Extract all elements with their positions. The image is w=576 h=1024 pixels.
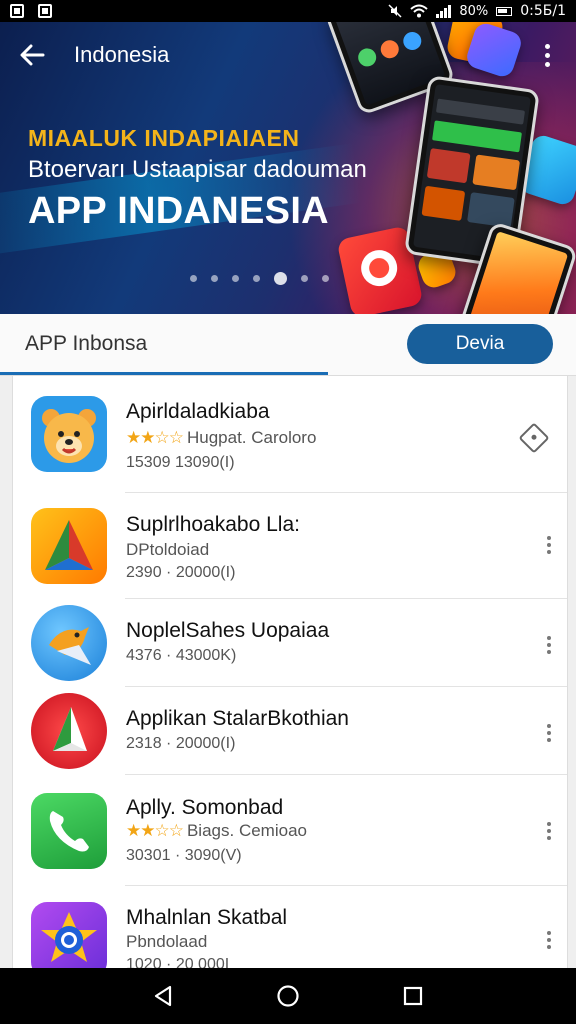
overflow-menu-icon[interactable] [543, 721, 555, 745]
banner-text: MIAALUK INDAPIAIAEN Btoervarı Ustaapisar… [28, 125, 367, 233]
overflow-menu-icon[interactable] [543, 533, 555, 557]
list-item[interactable]: Apirldaladkiaba ★★☆☆ Hugpat. Caroloro 153… [13, 376, 567, 493]
tab-indicator [0, 372, 328, 375]
list-item[interactable]: NoplelSahes Uopaiaa 4376 · 43000K) [13, 599, 567, 687]
red-play-logo-icon [31, 693, 107, 769]
app-developer: Biags. Cemioao [186, 821, 307, 840]
app-meta: 1020 · 20 000I [126, 956, 230, 968]
overflow-menu-icon[interactable] [543, 633, 555, 657]
app-name: Applikan StalarBkothian [126, 707, 349, 730]
app-developer: DPtoldoiad [126, 540, 210, 559]
notification-icon [38, 4, 52, 18]
app-bar: Indonesia [0, 22, 576, 88]
screen: 80% 0:5Б/1 Indonesia MIAALUK INDAPIAIAEN… [0, 0, 576, 1024]
app-name: Aplly. Somonbad [126, 796, 284, 819]
app-rating-line: ★★☆☆ Hugpat. Caroloro [126, 428, 316, 448]
app-meta: 2390 · 20000(I) [126, 564, 236, 581]
star-badge-icon [31, 902, 107, 968]
carousel-dot[interactable] [322, 275, 329, 282]
notification-icon [10, 4, 24, 18]
carousel-dot[interactable] [211, 275, 218, 282]
rating-stars: ★★☆☆ [126, 821, 184, 840]
back-triangle-icon [154, 985, 171, 1007]
battery-icon [496, 6, 513, 16]
app-list: Apirldaladkiaba ★★☆☆ Hugpat. Caroloro 153… [12, 376, 568, 968]
mute-icon [388, 4, 402, 18]
phone-icon [31, 793, 107, 869]
overflow-menu-icon [544, 43, 550, 49]
bear-icon [31, 396, 107, 472]
system-nav-bar [0, 968, 576, 1024]
carousel-dot[interactable] [190, 275, 197, 282]
app-meta: 2318 · 20000(I) [126, 735, 236, 752]
banner-subtitle: Btoervarı Ustaapisar dadouman [28, 156, 367, 183]
bird-logo-icon [31, 605, 107, 681]
carousel-indicator [190, 272, 329, 285]
signal-icon [436, 4, 452, 18]
nav-home-button[interactable] [266, 974, 310, 1018]
app-developer: Pbndolaad [126, 932, 208, 951]
banner-title: APP INDANESIA [28, 190, 329, 232]
overflow-menu-icon[interactable] [543, 819, 555, 843]
status-indicators: 80% 0:5Б/1 [388, 3, 566, 19]
clock: 0:5Б/1 [520, 3, 566, 19]
app-name: Apirldaladkiaba [126, 400, 270, 423]
diamond-icon[interactable] [518, 422, 550, 454]
overflow-menu-button[interactable] [532, 40, 562, 70]
hero-banner[interactable]: Indonesia MIAALUK INDAPIAIAEN Btoervarı … [0, 22, 576, 314]
app-meta: 30301 · 3090(V) [126, 847, 242, 864]
nav-recents-button[interactable] [391, 974, 435, 1018]
app-rating-line: ★★☆☆ Biags. Cemioao [126, 821, 307, 841]
carousel-dot[interactable] [232, 275, 239, 282]
status-bar: 80% 0:5Б/1 [0, 0, 576, 22]
triangle-logo-icon [31, 508, 107, 584]
list-item[interactable]: Suplrlhoakabo Lla: DPtoldoiad 2390 · 200… [13, 493, 567, 599]
tab-app-indonesia[interactable]: APP Inbonsa [25, 332, 147, 356]
carousel-dot[interactable] [253, 275, 260, 282]
list-item[interactable]: Applikan StalarBkothian 2318 · 20000(I) [13, 687, 567, 775]
app-name: Mhalnlan Skatbal [126, 906, 288, 929]
list-item[interactable]: Aplly. Somonbad ★★☆☆ Biags. Cemioao 30301… [13, 775, 567, 886]
device-button[interactable]: Devia [407, 324, 553, 364]
battery-percent: 80% [459, 3, 489, 19]
arrow-left-icon [20, 44, 45, 66]
app-name: NoplelSahes Uopaiaa [126, 619, 330, 642]
wifi-icon [410, 4, 428, 18]
page-title: Indonesia [74, 42, 170, 67]
app-meta: 15309 13090(I) [126, 454, 235, 471]
banner-headline: MIAALUK INDAPIAIAEN [28, 125, 300, 151]
app-name: Suplrlhoakabo Lla: [126, 513, 300, 536]
back-button[interactable] [0, 22, 64, 88]
app-developer: Hugpat. Caroloro [186, 428, 317, 447]
overflow-menu-icon[interactable] [543, 928, 555, 952]
carousel-dot-active[interactable] [274, 272, 287, 285]
tab-bar: APP Inbonsa Devia [0, 314, 576, 376]
carousel-dot[interactable] [301, 275, 308, 282]
recents-square-icon [404, 986, 423, 1006]
app-meta: 4376 · 43000K) [126, 647, 237, 664]
home-circle-icon [277, 985, 299, 1007]
status-notifications [10, 4, 52, 18]
rating-stars: ★★☆☆ [126, 428, 184, 447]
nav-back-button[interactable] [141, 974, 185, 1018]
list-item[interactable]: Mhalnlan Skatbal Pbndolaad 1020 · 20 000… [13, 886, 567, 968]
